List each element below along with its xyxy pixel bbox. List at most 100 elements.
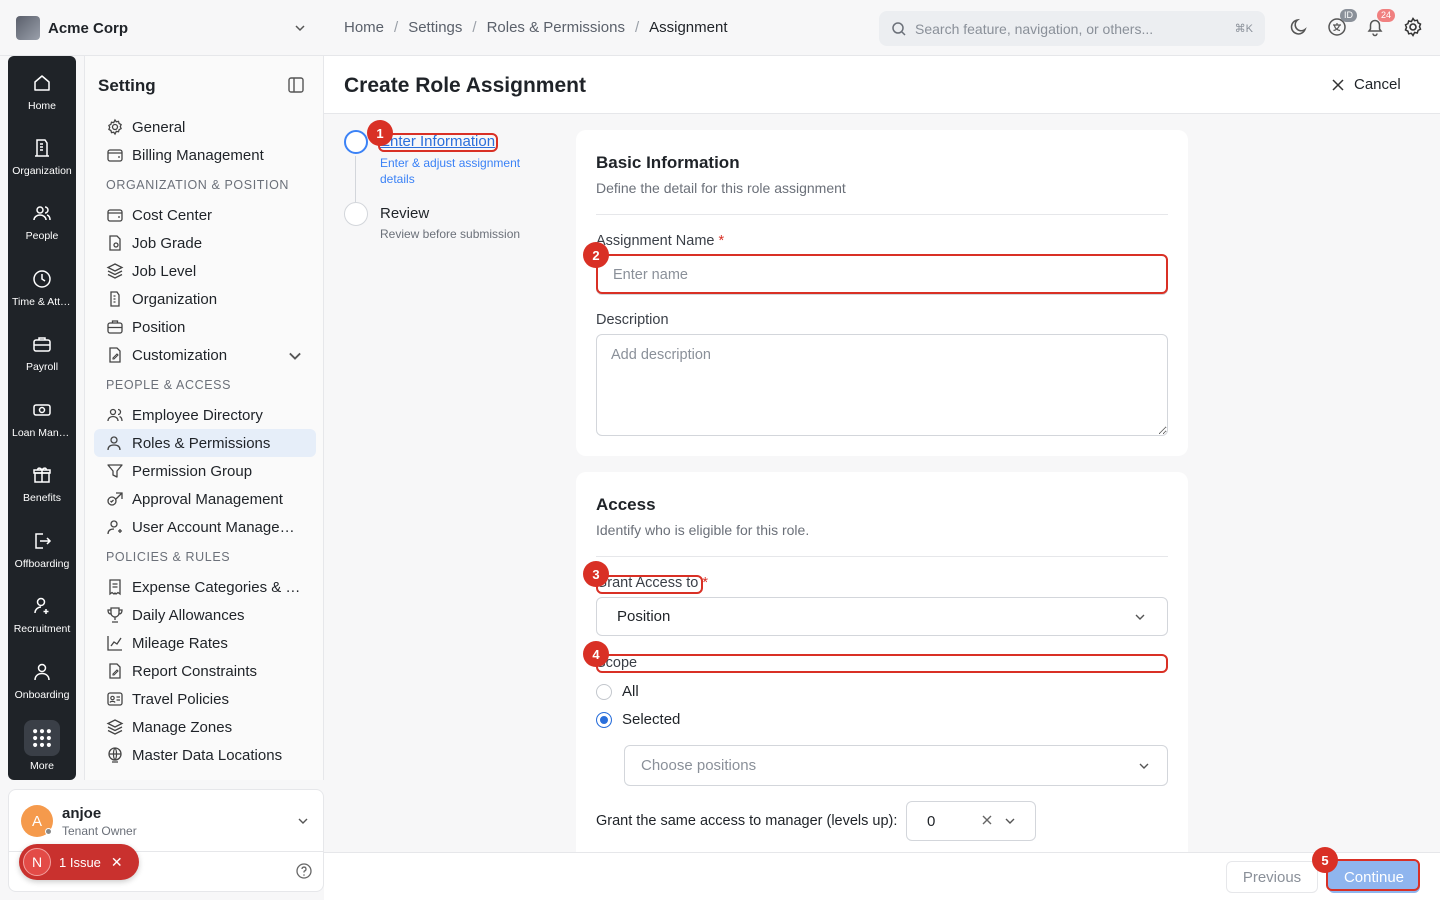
radio-label: Selected	[622, 711, 681, 728]
rail-item-label: Payroll	[25, 361, 59, 373]
search-shortcut: ⌘K	[1234, 23, 1253, 35]
settings-item-manage-zones[interactable]: Manage Zones	[94, 713, 316, 741]
grid-icon	[33, 729, 51, 747]
rail-item-more[interactable]: More	[8, 720, 76, 772]
settings-item-approval[interactable]: Approval Management	[94, 485, 316, 513]
settings-item-user-account[interactable]: User Account Management	[94, 513, 316, 541]
rail-item-benefits[interactable]: Benefits	[8, 464, 76, 504]
radio-label: All	[622, 683, 639, 700]
chevron-down-icon[interactable]	[296, 814, 310, 828]
grant-access-select[interactable]: Position	[596, 597, 1168, 636]
language-badge: ID	[1340, 9, 1357, 22]
settings-item-daily-allowances[interactable]: Daily Allowances	[94, 601, 316, 629]
settings-item-report-constraints[interactable]: Report Constraints	[94, 657, 316, 685]
required-marker: *	[718, 233, 725, 249]
settings-item-label: Approval Management	[132, 490, 283, 508]
form-footer: Previous Continue	[324, 852, 1440, 900]
settings-item-customization[interactable]: Customization	[94, 341, 316, 369]
annotation-number: 2	[583, 242, 609, 268]
settings-item-label: Job Grade	[132, 234, 203, 252]
step-title[interactable]: Review	[380, 205, 429, 222]
search-input[interactable]	[915, 20, 1227, 37]
gear-icon[interactable]	[1402, 16, 1424, 38]
settings-item-permission-group[interactable]: Permission Group	[94, 457, 316, 485]
settings-item-general[interactable]: General	[94, 113, 316, 141]
breadcrumb-home[interactable]: Home	[344, 19, 384, 36]
settings-item-billing[interactable]: Billing Management	[94, 141, 316, 169]
issue-badge[interactable]: N 1 Issue ✕	[19, 844, 139, 880]
home-icon	[34, 75, 50, 91]
briefcase-icon	[107, 320, 123, 334]
status-dot	[45, 828, 52, 835]
settings-item-label: Report Constraints	[132, 662, 258, 680]
rail-item-home[interactable]: Home	[8, 72, 76, 112]
manager-levels-select[interactable]: 0	[906, 801, 1036, 841]
rail-item-time[interactable]: Time & Attendance	[8, 268, 76, 308]
settings-sidebar: Setting General Billing Management ORGAN…	[84, 56, 324, 780]
settings-item-master-data-locations[interactable]: Master Data Locations	[94, 741, 316, 769]
settings-item-mileage-rates[interactable]: Mileage Rates	[94, 629, 316, 657]
settings-item-job-level[interactable]: Job Level	[94, 257, 316, 285]
settings-item-employee-directory[interactable]: Employee Directory	[94, 401, 316, 429]
radio-button[interactable]	[596, 683, 612, 700]
rail-item-people[interactable]: People	[8, 202, 76, 242]
company-switcher[interactable]: Acme Corp	[16, 16, 128, 40]
settings-item-label: Expense Categories & Limits	[132, 578, 302, 596]
more-button[interactable]	[24, 720, 60, 756]
language-button[interactable]: ID	[1326, 9, 1357, 38]
chevron-down-icon[interactable]	[286, 347, 304, 365]
radio-button[interactable]	[596, 711, 612, 728]
breadcrumb-roles[interactable]: Roles & Permissions	[487, 19, 625, 36]
settings-item-organization[interactable]: Organization	[94, 285, 316, 313]
rail-item-label: People	[25, 230, 59, 242]
rail-item-recruitment[interactable]: Recruitment	[8, 595, 76, 635]
section-header: POLICIES & RULES	[106, 550, 231, 564]
chevron-down-icon	[1135, 614, 1145, 620]
settings-item-cost-center[interactable]: Cost Center	[94, 201, 316, 229]
rail-item-payroll[interactable]: Payroll	[8, 333, 76, 373]
description-textarea[interactable]	[596, 334, 1168, 436]
notifications-button[interactable]: 24	[1364, 9, 1395, 38]
help-icon[interactable]	[295, 862, 313, 880]
wallet-icon	[107, 149, 123, 162]
cancel-button[interactable]: Cancel	[1332, 76, 1401, 93]
settings-item-position[interactable]: Position	[94, 313, 316, 341]
scope-option-selected[interactable]: Selected	[596, 711, 680, 728]
gear-icon	[108, 118, 122, 136]
chevron-down-icon	[1139, 763, 1149, 769]
rail-item-organization[interactable]: Organization	[8, 137, 76, 177]
cancel-label: Cancel	[1354, 76, 1401, 93]
chevron-down-icon[interactable]	[292, 20, 308, 36]
rail-item-loan[interactable]: Loan Management	[8, 399, 76, 439]
issue-label: 1 Issue	[59, 854, 101, 870]
annotation-number: 4	[583, 641, 609, 667]
rail-item-label: Organization	[12, 165, 72, 177]
user-icon	[107, 520, 122, 535]
previous-button[interactable]: Previous	[1226, 861, 1318, 893]
required-marker: *	[702, 575, 709, 591]
sidebar-collapse-icon[interactable]	[287, 76, 305, 94]
settings-item-travel-policies[interactable]: Travel Policies	[94, 685, 316, 713]
settings-item-expense-categories[interactable]: Expense Categories & Limits	[94, 573, 316, 601]
settings-title: Setting	[98, 76, 156, 95]
layers-icon	[106, 719, 124, 735]
settings-item-job-grade[interactable]: Job Grade	[94, 229, 316, 257]
document-edit-icon	[109, 663, 121, 679]
scope-option-all[interactable]: All	[596, 683, 639, 700]
page-title: Create Role Assignment	[344, 74, 586, 97]
rail-item-offboarding[interactable]: Offboarding	[8, 530, 76, 570]
global-search[interactable]: ⌘K	[879, 11, 1265, 46]
search-icon	[892, 21, 906, 36]
chart-icon	[107, 636, 122, 651]
chevron-down-icon[interactable]	[1003, 814, 1017, 828]
clear-icon[interactable]	[981, 814, 993, 826]
close-icon[interactable]: ✕	[111, 854, 123, 871]
choose-positions-select[interactable]: Choose positions	[624, 745, 1168, 786]
rail-item-onboarding[interactable]: Onboarding	[8, 661, 76, 701]
breadcrumb-settings[interactable]: Settings	[408, 19, 462, 36]
moon-icon[interactable]	[1288, 16, 1310, 38]
settings-item-label: Position	[132, 318, 186, 336]
settings-item-roles-permissions[interactable]: Roles & Permissions	[94, 429, 316, 457]
assignment-name-label: Assignment Name *	[596, 233, 724, 249]
annotation-box	[1326, 859, 1420, 891]
